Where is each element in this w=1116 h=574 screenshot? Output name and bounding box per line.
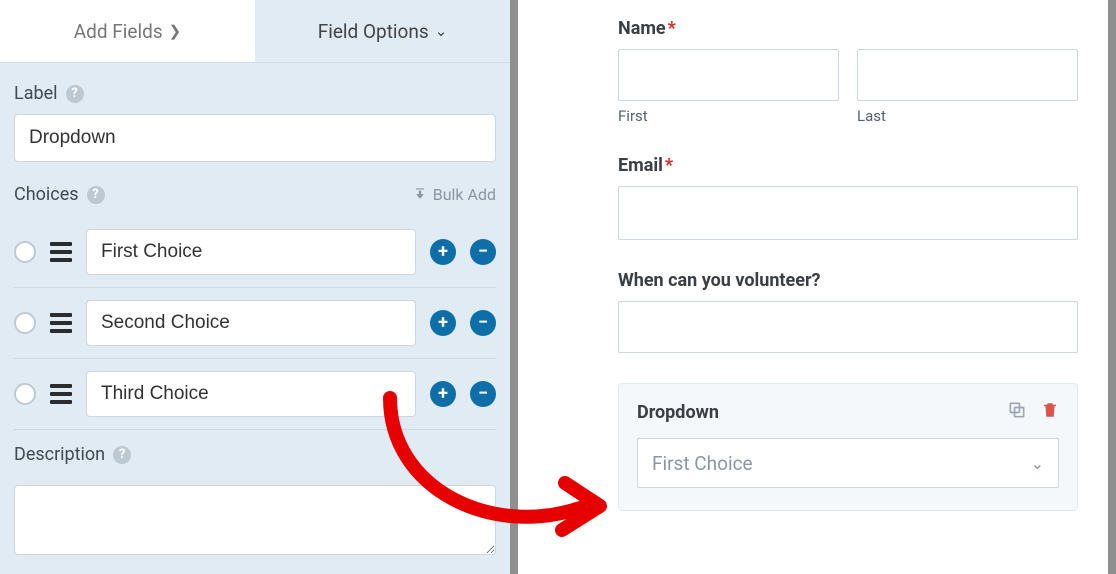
name-label: Name — [618, 18, 666, 39]
add-choice-button[interactable]: + — [430, 381, 456, 407]
choice-row: + − — [14, 288, 496, 359]
bulk-add-button[interactable]: Bulk Add — [413, 185, 496, 204]
last-name-input[interactable] — [857, 49, 1078, 101]
email-field: Email* — [618, 155, 1078, 240]
choice-row: + − — [14, 217, 496, 288]
choice-radio[interactable] — [14, 312, 36, 334]
trash-icon[interactable] — [1041, 400, 1059, 424]
copy-icon[interactable] — [1007, 400, 1027, 424]
label-text: Label — [14, 83, 58, 104]
description-textarea[interactable] — [14, 485, 496, 555]
dropdown-label: Dropdown — [637, 402, 719, 423]
dropdown-select[interactable]: First Choice ⌄ — [637, 438, 1059, 488]
remove-choice-button[interactable]: − — [470, 310, 496, 336]
name-field: Name* First Last — [618, 18, 1078, 125]
last-sublabel: Last — [857, 107, 1078, 125]
volunteer-label: When can you volunteer? — [618, 270, 821, 291]
grip-icon[interactable] — [50, 242, 72, 262]
tab-add-fields[interactable]: Add Fields ❯ — [0, 0, 255, 62]
choice-radio[interactable] — [14, 383, 36, 405]
tab-field-options-label: Field Options — [318, 20, 429, 43]
field-options-body: Label ? Choices ? Bulk Add + − — [0, 63, 510, 574]
email-input[interactable] — [618, 186, 1078, 240]
remove-choice-button[interactable]: − — [470, 239, 496, 265]
first-name-input[interactable] — [618, 49, 839, 101]
dropdown-selected: First Choice — [652, 452, 753, 475]
label-section-header: Label ? — [14, 83, 496, 104]
chevron-down-icon: ⌄ — [435, 22, 448, 40]
dropdown-field-selected[interactable]: Dropdown First Choice ⌄ — [618, 383, 1078, 511]
choice-radio[interactable] — [14, 241, 36, 263]
chevron-down-icon: ⌄ — [1031, 454, 1044, 473]
description-text: Description — [14, 444, 105, 465]
tabs: Add Fields ❯ Field Options ⌄ — [0, 0, 510, 63]
chevron-right-icon: ❯ — [169, 22, 182, 40]
description-section: Description ? — [14, 444, 496, 559]
volunteer-input[interactable] — [618, 301, 1078, 353]
tab-field-options[interactable]: Field Options ⌄ — [255, 0, 510, 62]
choices-section-header: Choices ? Bulk Add — [14, 184, 496, 205]
required-marker: * — [665, 155, 673, 176]
add-choice-button[interactable]: + — [430, 239, 456, 265]
email-label: Email — [618, 155, 663, 176]
required-marker: * — [668, 18, 676, 39]
label-input[interactable] — [14, 114, 496, 162]
sidebar-panel: Add Fields ❯ Field Options ⌄ Label ? Cho… — [0, 0, 518, 574]
tab-add-fields-label: Add Fields — [74, 20, 163, 43]
bulk-add-label: Bulk Add — [433, 185, 496, 204]
choices-text: Choices — [14, 184, 79, 205]
download-icon — [413, 185, 427, 204]
grip-icon[interactable] — [50, 384, 72, 404]
grip-icon[interactable] — [50, 313, 72, 333]
volunteer-field: When can you volunteer? — [618, 270, 1078, 353]
choice-input[interactable] — [86, 300, 416, 346]
choice-input[interactable] — [86, 371, 416, 417]
first-sublabel: First — [618, 107, 839, 125]
help-icon[interactable]: ? — [113, 446, 131, 464]
form-preview: Name* First Last Email* When can yo — [518, 0, 1116, 574]
help-icon[interactable]: ? — [87, 186, 105, 204]
help-icon[interactable]: ? — [66, 85, 84, 103]
choice-row: + − — [14, 359, 496, 430]
add-choice-button[interactable]: + — [430, 310, 456, 336]
remove-choice-button[interactable]: − — [470, 381, 496, 407]
choice-input[interactable] — [86, 229, 416, 275]
